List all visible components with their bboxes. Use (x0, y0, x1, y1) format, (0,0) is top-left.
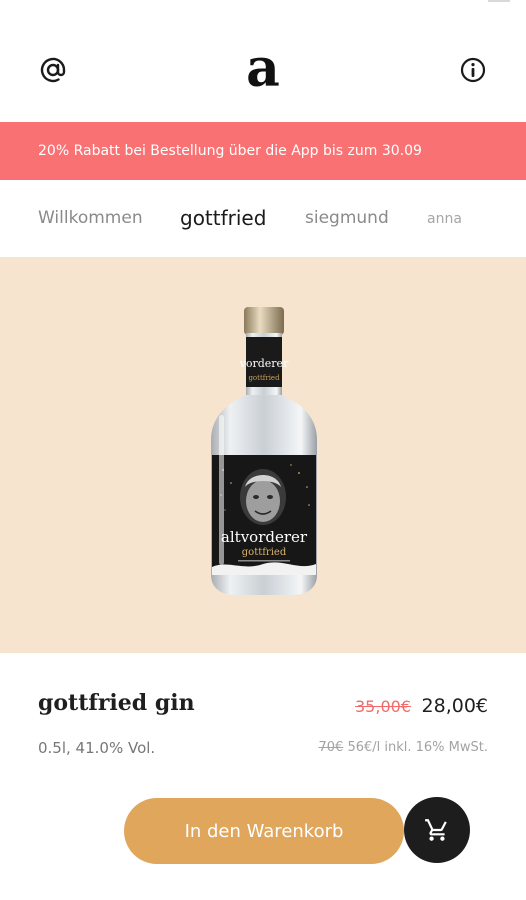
product-volume: 0.5l, 41.0% Vol. (38, 739, 156, 757)
logo-letter: a (246, 40, 280, 96)
svg-text:gottfried: gottfried (248, 374, 280, 382)
cart-button[interactable] (404, 797, 470, 863)
unit-price: 70€ 56€/l inkl. 16% MwSt. (318, 740, 488, 755)
bottle-brand-text: altvorderer (221, 528, 308, 546)
app-header: a (0, 0, 526, 122)
product-hero: vorderer gottfried altvorderer gottfried (0, 257, 526, 653)
svg-text:vorderer: vorderer (239, 357, 289, 370)
tab-siegmund[interactable]: siegmund (305, 208, 389, 228)
gin-bottle-image: vorderer gottfried altvorderer gottfried (211, 307, 317, 595)
old-price: 35,00€ (355, 697, 411, 716)
current-price: 28,00€ (421, 695, 488, 717)
brand-logo[interactable]: a (238, 38, 288, 99)
product-title: gottfried gin (38, 690, 195, 716)
unit-price-new: 56€/l inkl. 16% MwSt. (347, 740, 488, 755)
tab-gottfried[interactable]: gottfried (180, 206, 266, 230)
bottle-name-text: gottfried (242, 547, 287, 558)
product-tabs: Willkommen gottfried siegmund anna (0, 180, 526, 257)
info-icon[interactable] (455, 52, 491, 88)
unit-price-old: 70€ (318, 740, 344, 755)
shopping-cart-icon (425, 819, 447, 841)
tab-willkommen[interactable]: Willkommen (38, 208, 143, 228)
promo-banner[interactable]: 20% Rabatt bei Bestellung über die App b… (0, 122, 526, 180)
at-sign-icon[interactable] (35, 52, 71, 88)
tab-anna[interactable]: anna (427, 211, 462, 227)
add-to-cart-button[interactable]: In den Warenkorb (124, 798, 404, 864)
